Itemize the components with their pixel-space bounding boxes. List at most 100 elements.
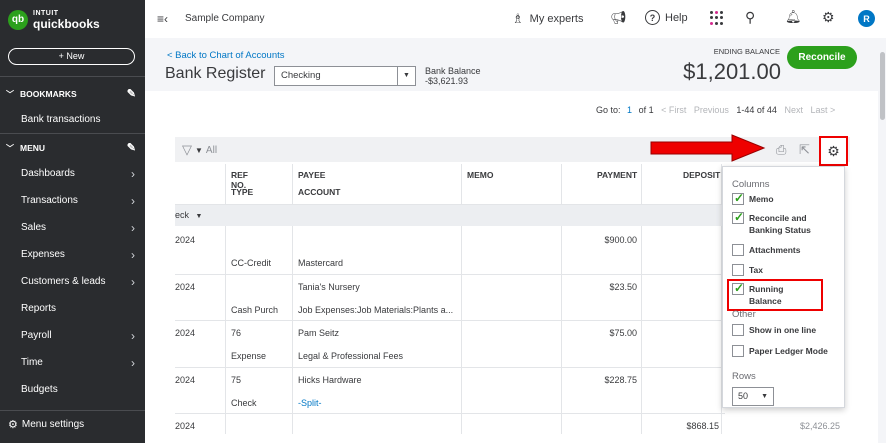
ending-balance-label: ENDING BALANCE — [713, 47, 780, 56]
account-select-value: Checking — [281, 70, 321, 81]
row-account-split-link[interactable]: -Split- — [298, 398, 322, 408]
row-date: 2024 — [175, 421, 196, 431]
sidebar-item-budgets[interactable]: Budgets — [21, 382, 139, 398]
row-type: CC-Credit — [231, 258, 272, 268]
option-paper-ledger-mode[interactable]: Paper Ledger Mode — [732, 345, 842, 357]
row-date: 2024 — [175, 235, 196, 245]
page-count: of 1 — [638, 105, 654, 115]
pagination: Go to: 1 of 1 < First Previous 1-44 of 4… — [596, 105, 835, 115]
sidebar-item-sales[interactable]: Sales › — [21, 220, 139, 236]
sidebar-item-time[interactable]: Time › — [21, 355, 139, 371]
export-icon[interactable]: ⇱ — [799, 142, 810, 158]
attachments-checkbox[interactable] — [732, 244, 744, 256]
chevron-right-icon: › — [131, 356, 135, 370]
other-label: Other — [732, 309, 756, 320]
option-tax[interactable]: Tax — [732, 264, 842, 276]
sidebar: qb INTUIT quickbooks + New ﹀ BOOKMARKS ✎… — [0, 0, 145, 443]
menu-settings-button[interactable]: ⚙ Menu settings — [8, 418, 84, 431]
option-attachments[interactable]: Attachments — [732, 244, 842, 256]
my-experts-button[interactable]: ♗ My experts — [512, 11, 583, 27]
quickbooks-logo[interactable]: qb INTUIT quickbooks — [8, 9, 100, 30]
row-balance: $2,426.25 — [799, 421, 840, 431]
memo-checkbox[interactable] — [732, 191, 744, 205]
page-title: Bank Register — [165, 65, 266, 82]
goto-page[interactable]: 1 — [627, 105, 632, 115]
paper-ledger-checkbox[interactable] — [732, 345, 744, 357]
option-memo[interactable]: Memo — [732, 191, 842, 205]
row-payee: Tania's Nursery — [298, 282, 360, 292]
help-label: Help — [665, 11, 688, 24]
last-page-link[interactable]: Last > — [810, 105, 835, 115]
chevron-down-icon: ▼ — [397, 67, 415, 85]
menu-settings-label: Menu settings — [21, 419, 85, 430]
account-select[interactable]: Checking ▼ — [274, 66, 416, 86]
qb-logo-icon: qb — [8, 9, 28, 30]
chevron-down-icon: ▼ — [195, 145, 203, 155]
chevron-right-icon: › — [131, 275, 135, 289]
group-label: eck — [175, 210, 190, 220]
sidebar-item-expenses[interactable]: Expenses › — [21, 247, 139, 263]
row-deposit: $868.15 — [686, 421, 719, 431]
new-button[interactable]: + New — [8, 48, 135, 65]
option-show-in-one-line[interactable]: Show in one line — [732, 324, 842, 336]
scrollbar-thumb[interactable] — [880, 52, 885, 120]
columns-label: Columns — [732, 179, 770, 190]
menu-toggle-icon[interactable]: ≡‹ — [157, 12, 168, 26]
chevron-down-icon: ﹀ — [6, 89, 14, 99]
sidebar-item-dashboards[interactable]: Dashboards › — [21, 166, 139, 182]
previous-page-link[interactable]: Previous — [694, 105, 729, 115]
next-page-link[interactable]: Next — [784, 105, 803, 115]
filter-button[interactable]: ▽ ▼ All — [182, 142, 217, 158]
reconcile-status-checkbox[interactable] — [732, 210, 744, 224]
one-line-checkbox[interactable] — [732, 324, 744, 336]
back-to-chart-of-accounts-link[interactable]: < Back to Chart of Accounts — [167, 50, 285, 61]
sidebar-item-customers-leads[interactable]: Customers & leads › — [21, 274, 139, 290]
option-reconcile-banking-status[interactable]: Reconcile and Banking Status — [732, 210, 842, 236]
bank-balance-label: Bank Balance — [425, 66, 481, 76]
sidebar-item-transactions[interactable]: Transactions › — [21, 193, 139, 209]
help-icon: ? — [645, 10, 660, 25]
sidebar-item-label: Sales — [21, 222, 47, 233]
sidebar-item-bank-transactions[interactable]: Bank transactions — [21, 112, 139, 128]
row-payee: Pam Seitz — [298, 328, 340, 338]
row-ref: 76 — [231, 328, 242, 338]
avatar[interactable]: R — [858, 10, 875, 27]
megaphone-icon[interactable]: 📢︎ — [610, 10, 627, 26]
rows-select[interactable]: 50 ▼ — [732, 387, 774, 406]
option-label: Tax — [749, 265, 764, 275]
sidebar-item-payroll[interactable]: Payroll › — [21, 328, 139, 344]
pencil-icon[interactable]: ✎ — [127, 141, 136, 154]
first-page-link[interactable]: < First — [661, 105, 686, 115]
bell-icon[interactable]: 🔔︎ — [785, 9, 802, 25]
column-deposit: DEPOSIT — [683, 170, 721, 180]
row-ref: 75 — [231, 375, 242, 385]
sidebar-item-label: Expenses — [21, 249, 65, 260]
tax-checkbox[interactable] — [732, 264, 744, 276]
option-label: Attachments — [749, 245, 801, 255]
column-account: ACCOUNT — [298, 187, 341, 197]
search-icon[interactable]: ⚲ — [745, 9, 755, 26]
pencil-icon[interactable]: ✎ — [127, 87, 136, 100]
option-label: Show in one line — [749, 325, 817, 335]
sidebar-item-label: Time — [21, 357, 43, 368]
register-header: < Back to Chart of Accounts Bank Registe… — [145, 38, 878, 91]
gear-icon[interactable]: ⚙ — [822, 9, 835, 26]
row-account: Legal & Professional Fees — [298, 351, 404, 361]
print-icon[interactable]: ⎙ — [776, 142, 786, 158]
chevron-right-icon: › — [131, 167, 135, 181]
running-balance-checkbox[interactable] — [732, 281, 744, 295]
divider — [175, 320, 725, 321]
help-button[interactable]: ? Help — [645, 10, 688, 25]
option-running-balance[interactable]: Running Balance — [727, 279, 823, 311]
bookmarks-section[interactable]: ﹀ BOOKMARKS ✎ — [6, 86, 140, 102]
register-settings-panel: Columns Memo Reconcile and Banking Statu… — [722, 166, 845, 408]
reconcile-button[interactable]: Reconcile — [787, 46, 857, 69]
rows-select-value: 50 — [738, 391, 749, 401]
register-settings-button[interactable]: ⚙ — [819, 136, 848, 166]
row-account: Mastercard — [298, 258, 344, 268]
menu-section[interactable]: ﹀ MENU ✎ — [6, 140, 140, 156]
sidebar-item-reports[interactable]: Reports — [21, 301, 139, 317]
row-payment: $900.00 — [604, 235, 637, 245]
apps-icon[interactable] — [710, 11, 724, 25]
group-row[interactable]: eck ▼ — [175, 205, 725, 226]
